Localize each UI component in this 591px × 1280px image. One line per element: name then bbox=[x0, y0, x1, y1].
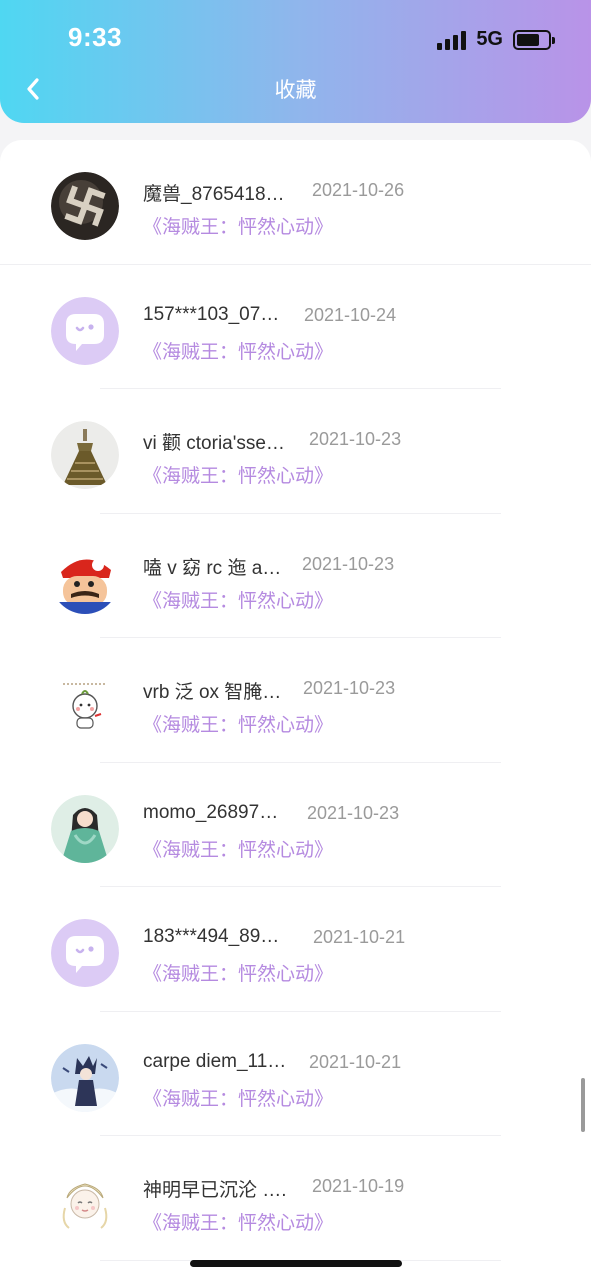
cartoon-plumber-avatar[interactable] bbox=[51, 545, 119, 614]
source-title[interactable]: 《海贼王：怦然心动》 bbox=[143, 710, 333, 737]
date: 2021-10-24 bbox=[304, 304, 397, 325]
default-chat-avatar[interactable] bbox=[51, 296, 119, 365]
date: 2021-10-26 bbox=[312, 180, 405, 200]
source-title[interactable]: 《海贼王：怦然心动》 bbox=[143, 959, 333, 986]
default-chat-avatar[interactable] bbox=[51, 919, 119, 987]
user-name: vrb 泛 ox 智腌… bbox=[143, 682, 282, 703]
signal-icon bbox=[437, 30, 467, 50]
list-item[interactable]: carpe diem_11… 2021-10-21 《海贼王：怦然心动》 bbox=[0, 1012, 591, 1136]
home-indicator[interactable] bbox=[190, 1260, 402, 1267]
dress-avatar[interactable] bbox=[51, 421, 119, 489]
user-name: momo_26897… bbox=[143, 801, 279, 823]
swastika-dark-avatar[interactable] bbox=[51, 172, 119, 240]
page-title: 收藏 bbox=[274, 79, 317, 102]
favorites-list: 魔兽_8765418… 2021-10-26 《海贼王：怦然心动》 157***… bbox=[0, 140, 591, 1280]
anime-girl-avatar[interactable] bbox=[51, 794, 119, 863]
anime-figure-avatar[interactable] bbox=[51, 1043, 119, 1112]
anime-sketch-avatar[interactable] bbox=[51, 1168, 119, 1236]
user-name: 神明早已沉沦 …. bbox=[143, 1180, 287, 1201]
status-icons: 5G bbox=[437, 28, 555, 51]
date: 2021-10-21 bbox=[309, 1051, 402, 1072]
list-item[interactable]: vrb 泛 ox 智腌… 2021-10-23 《海贼王：怦然心动》 bbox=[0, 638, 591, 763]
list-item[interactable]: vi 颧 ctoria'sse… 2021-10-23 《海贼王：怦然心动》 bbox=[0, 389, 591, 514]
battery-icon bbox=[513, 29, 555, 50]
user-name: 183***494_89… bbox=[143, 926, 280, 947]
date: 2021-10-21 bbox=[313, 927, 406, 947]
source-title[interactable]: 《海贼王：怦然心动》 bbox=[143, 212, 333, 239]
status-time: 9:33 bbox=[68, 22, 123, 52]
source-title[interactable]: 《海贼王：怦然心动》 bbox=[143, 337, 333, 364]
list-item[interactable]: 157***103_07… 2021-10-24 《海贼王：怦然心动》 bbox=[0, 265, 591, 389]
source-title[interactable]: 《海贼王：怦然心动》 bbox=[143, 461, 333, 488]
list-item[interactable]: 183***494_89… 2021-10-21 《海贼王：怦然心动》 bbox=[0, 887, 591, 1012]
cute-character-avatar[interactable] bbox=[51, 670, 119, 738]
user-name: vi 颧 ctoria'sse… bbox=[143, 433, 285, 454]
user-name: 魔兽_8765418… bbox=[143, 184, 285, 205]
header: 9:33 5G 收藏 bbox=[0, 0, 591, 123]
favorites-screen: 9:33 5G 收藏 魔兽_8765418… 2021-10-26 《海贼王：怦… bbox=[0, 0, 591, 1280]
user-name: carpe diem_11… bbox=[143, 1050, 287, 1072]
source-title[interactable]: 《海贼王：怦然心动》 bbox=[143, 1208, 333, 1235]
scrollbar[interactable] bbox=[581, 1078, 585, 1132]
date: 2021-10-23 bbox=[307, 802, 400, 823]
list-item[interactable]: 嗑 v 窈 rc 迤 a… 2021-10-23 《海贼王：怦然心动》 bbox=[0, 514, 591, 638]
list-item[interactable]: 魔兽_8765418… 2021-10-26 《海贼王：怦然心动》 bbox=[0, 140, 591, 265]
user-name: 157***103_07… bbox=[143, 303, 280, 325]
list-item[interactable]: 神明早已沉沦 …. 2021-10-19 《海贼王：怦然心动》 bbox=[0, 1136, 591, 1261]
date: 2021-10-19 bbox=[312, 1176, 405, 1196]
date: 2021-10-23 bbox=[302, 553, 395, 574]
source-title[interactable]: 《海贼王：怦然心动》 bbox=[143, 586, 333, 613]
date: 2021-10-23 bbox=[309, 429, 402, 449]
user-name: 嗑 v 窈 rc 迤 a… bbox=[143, 557, 282, 579]
network-type: 5G bbox=[476, 28, 503, 50]
source-title[interactable]: 《海贼王：怦然心动》 bbox=[143, 1084, 333, 1111]
list-item[interactable]: momo_26897… 2021-10-23 《海贼王：怦然心动》 bbox=[0, 763, 591, 887]
source-title[interactable]: 《海贼王：怦然心动》 bbox=[143, 835, 333, 862]
date: 2021-10-23 bbox=[303, 678, 396, 698]
